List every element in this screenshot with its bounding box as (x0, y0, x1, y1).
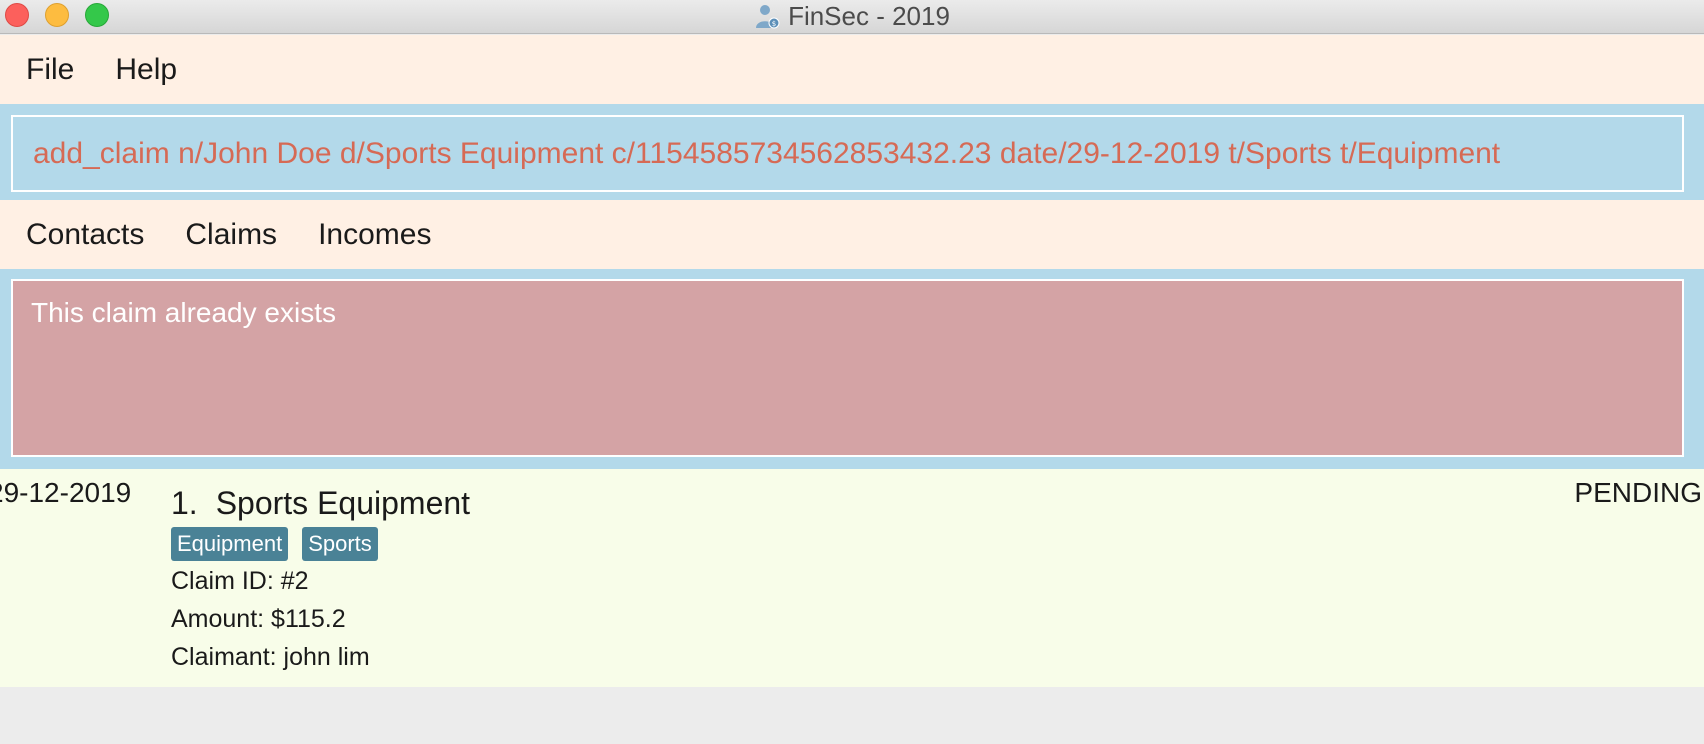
user-dollar-icon: $ (754, 3, 780, 29)
command-box-panel (0, 104, 1704, 200)
command-input[interactable] (11, 115, 1684, 192)
menu-file[interactable]: File (26, 53, 74, 87)
result-panel: This claim already exists (0, 269, 1704, 469)
claim-claimant: Claimant: john lim (171, 643, 370, 671)
result-message: This claim already exists (31, 297, 336, 328)
tab-claims[interactable]: Claims (185, 218, 277, 252)
claim-amount: Amount: $115.2 (171, 605, 346, 633)
tag-equipment: Equipment (171, 527, 289, 561)
result-display[interactable]: This claim already exists (11, 279, 1684, 457)
tag-sports: Sports (302, 527, 378, 561)
empty-area (0, 687, 1704, 744)
claim-tags: Equipment Sports (171, 527, 392, 561)
claim-heading: 1. Sports Equipment (171, 485, 470, 522)
svg-text:$: $ (772, 20, 776, 28)
window-title: FinSec - 2019 (788, 0, 950, 31)
title-bar: $ FinSec - 2019 (0, 0, 1704, 34)
claim-list[interactable]: 29-12-2019 1. Sports Equipment PENDING E… (0, 469, 1704, 687)
tab-contacts[interactable]: Contacts (26, 218, 144, 252)
tab-incomes[interactable]: Incomes (318, 218, 431, 252)
claim-index: 1. (171, 485, 198, 521)
claim-card[interactable]: 29-12-2019 1. Sports Equipment PENDING E… (0, 469, 1704, 687)
claim-description: Sports Equipment (215, 485, 471, 521)
menu-bar: File Help (0, 35, 1704, 104)
claim-id: Claim ID: #2 (171, 567, 309, 595)
claim-status: PENDING (1574, 477, 1702, 508)
claim-date: 29-12-2019 (0, 477, 132, 508)
tab-bar: Contacts Claims Incomes (0, 200, 1704, 269)
window-title-group: $ FinSec - 2019 (0, 0, 1704, 32)
menu-help[interactable]: Help (115, 53, 177, 87)
